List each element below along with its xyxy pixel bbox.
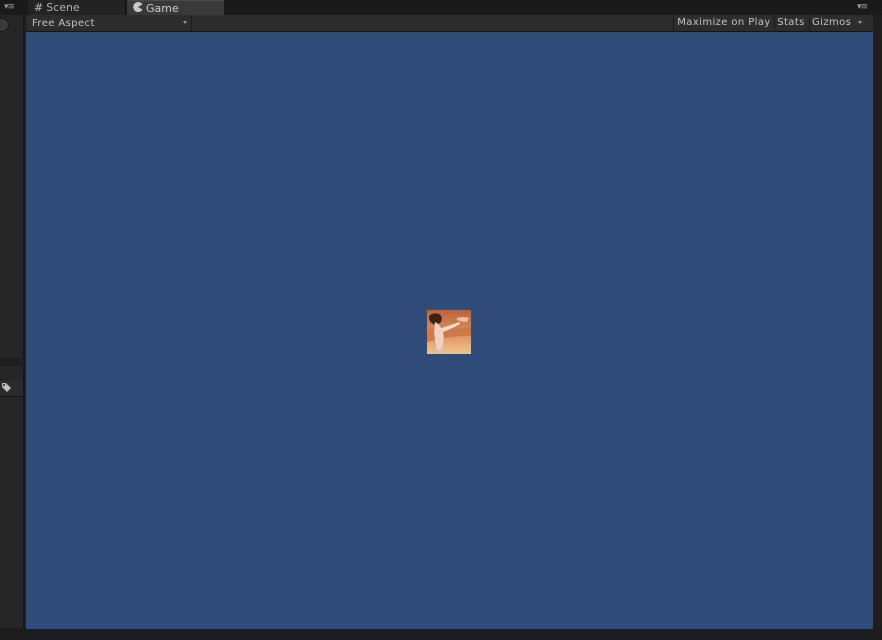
stats-toggle[interactable]: Stats [775,15,807,31]
game-viewport[interactable] [26,32,873,629]
character-sprite [427,310,471,354]
bottom-status-strip [0,629,882,640]
editor-tab-bar: ▾≡ # Scene Game ▾≡ [0,0,882,15]
panel-menu-icon[interactable]: ▾≡ [4,3,16,12]
left-lower-panel [0,366,24,628]
maximize-on-play-toggle[interactable]: Maximize on Play [674,15,774,31]
aspect-dropdown-label: Free Aspect [32,18,95,29]
gizmos-dropdown[interactable]: Gizmos [812,15,854,31]
tab-scene[interactable]: # Scene [28,0,126,15]
aspect-chevron-down-icon [183,21,187,24]
aspect-dropdown[interactable]: Free Aspect [32,16,192,31]
tag-icon[interactable] [1,382,12,396]
left-side-panel [0,15,24,358]
panel-options-icon[interactable]: ▾≡ [857,3,869,12]
search-circle-icon[interactable] [0,18,9,32]
pacman-icon [133,1,143,16]
toolbar-divider [191,15,192,32]
tab-game-label: Game [146,1,179,15]
tab-game[interactable]: Game [127,0,224,15]
toolbar-divider [809,15,810,32]
game-toolbar: Free Aspect Maximize on Play Stats Gizmo… [26,15,873,32]
gizmos-chevron-down-icon[interactable] [858,21,862,24]
tab-scene-label: Scene [46,1,80,14]
grid-icon: # [34,1,44,14]
